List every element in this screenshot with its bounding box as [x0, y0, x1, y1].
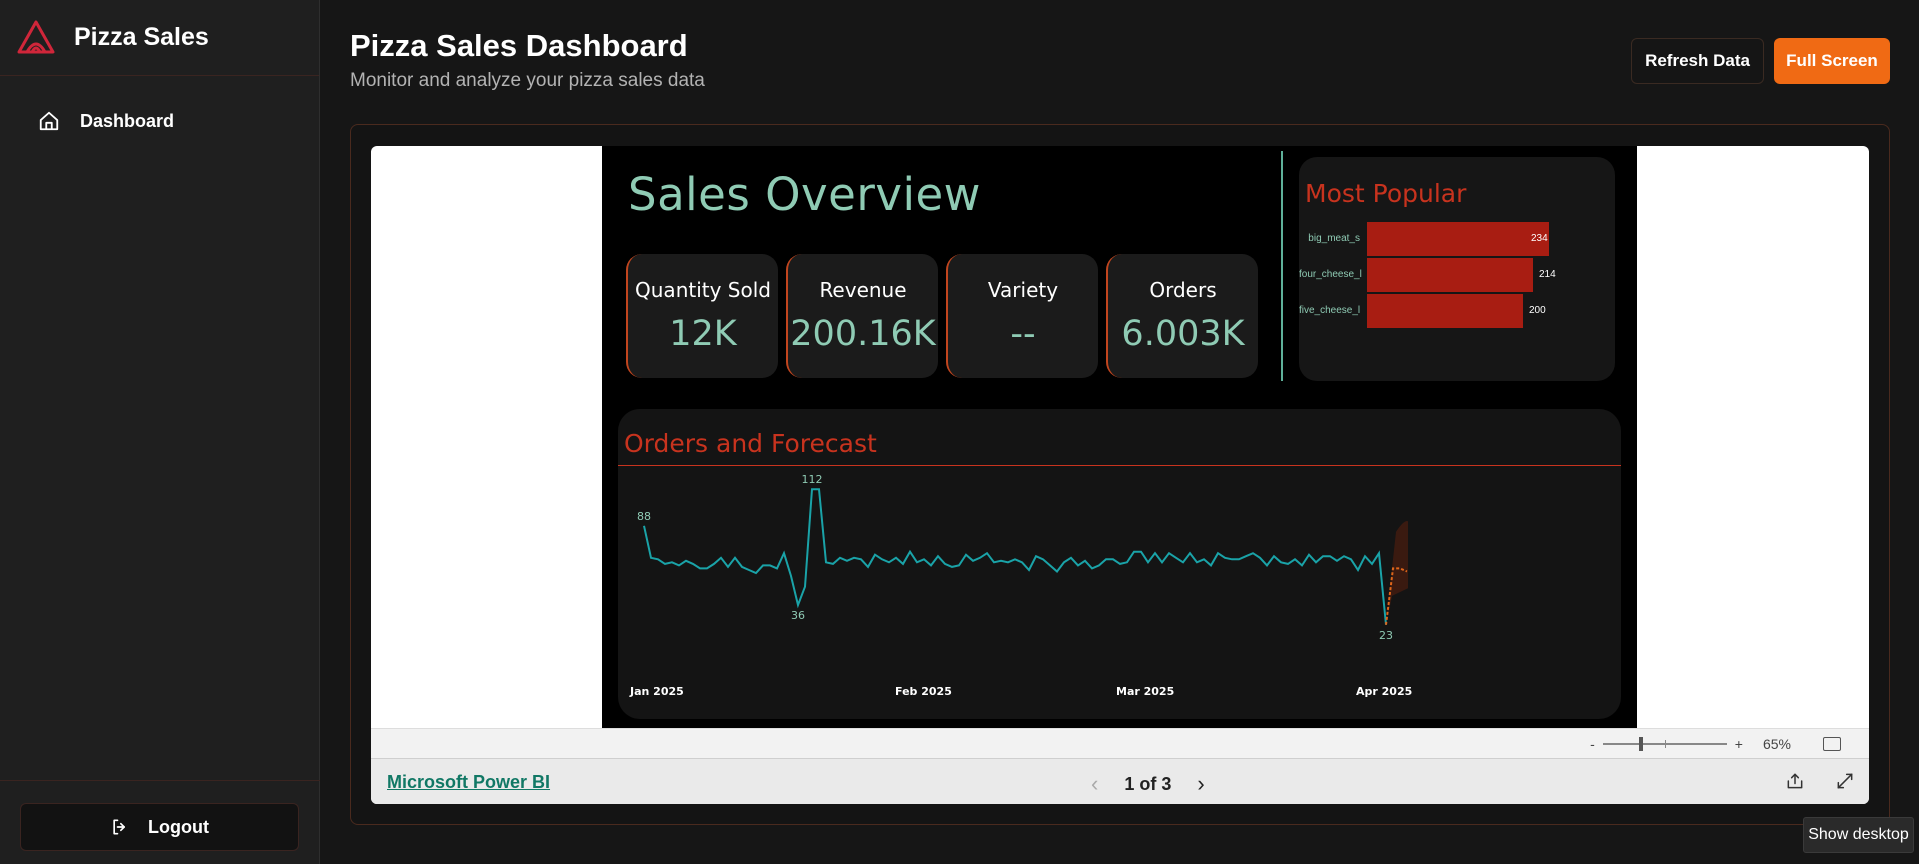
page-navigator: ‹ 1 of 3 ›	[1091, 771, 1205, 797]
forecast-title: Orders and Forecast	[624, 429, 877, 458]
logout-icon	[113, 819, 125, 835]
data-label: 36	[791, 609, 805, 622]
kpi-label: Quantity Sold	[635, 278, 771, 302]
sidebar-footer: Logout	[0, 780, 320, 864]
full-screen-button[interactable]: Full Screen	[1774, 38, 1890, 84]
expand-icon[interactable]	[1835, 771, 1855, 791]
show-desktop-tooltip: Show desktop	[1803, 817, 1914, 853]
forecast-confidence-band	[1386, 521, 1408, 625]
powerbi-embed: Sales Overview Quantity Sold 12K Revenue…	[371, 146, 1869, 804]
prev-page-button[interactable]: ‹	[1091, 771, 1098, 797]
kpi-value: 12K	[669, 314, 737, 354]
popular-bar-value: 200	[1529, 305, 1546, 316]
fit-page-icon[interactable]	[1823, 737, 1841, 751]
kpi-value: 6.003K	[1121, 314, 1245, 354]
orders-line-chart[interactable]: 88 112 36 23 Jan 2025 Feb 2025 Mar 2025 Apr 202…	[618, 469, 1621, 719]
most-popular-title: Most Popular	[1305, 179, 1467, 208]
kpi-label: Orders	[1149, 278, 1217, 302]
orders-series-line[interactable]	[643, 488, 1387, 625]
zoom-slider-tick	[1664, 740, 1666, 748]
popular-bar-label: four_cheese_l	[1299, 269, 1362, 280]
data-label: 23	[1379, 629, 1393, 642]
data-label: 112	[802, 473, 823, 486]
popular-bar[interactable]	[1367, 222, 1549, 256]
popular-bar[interactable]	[1367, 294, 1523, 328]
next-page-button[interactable]: ›	[1197, 771, 1204, 797]
popular-bar-value: 234	[1531, 233, 1548, 244]
kpi-card-orders[interactable]: Orders 6.003K	[1106, 254, 1258, 378]
x-tick-label: Apr 2025	[1356, 685, 1412, 698]
page-indicator: 1 of 3	[1124, 773, 1172, 794]
zoom-control: - + 65%	[1590, 736, 1841, 752]
sidebar: Pizza Sales Dashboard Logout	[0, 0, 320, 864]
kpi-card-revenue[interactable]: Revenue 200.16K	[786, 254, 938, 378]
sidebar-item-label: Dashboard	[80, 110, 175, 131]
popular-bar-value: 214	[1539, 269, 1556, 280]
x-tick-label: Feb 2025	[895, 685, 952, 698]
orders-forecast-card[interactable]: Orders and Forecast 88 112 36 23 Jan 2025 Feb…	[618, 409, 1621, 719]
x-tick-label: Jan 2025	[629, 685, 684, 698]
kpi-card-variety[interactable]: Variety --	[946, 254, 1098, 378]
kpi-label: Variety	[987, 278, 1059, 302]
share-icon[interactable]	[1785, 771, 1805, 791]
app-name: Pizza Sales	[74, 23, 209, 51]
report-title: Sales Overview	[628, 168, 981, 221]
zoom-slider-handle[interactable]	[1638, 737, 1643, 751]
page-subtitle: Monitor and analyze your pizza sales dat…	[350, 70, 705, 91]
kpi-value: 200.16K	[790, 314, 936, 354]
home-icon	[39, 111, 59, 131]
footer-actions	[1785, 771, 1855, 791]
zoom-out-button[interactable]: -	[1590, 736, 1595, 752]
refresh-data-button[interactable]: Refresh Data	[1631, 38, 1764, 84]
kpi-value: --	[1010, 314, 1036, 354]
zoom-slider[interactable]	[1602, 737, 1727, 751]
report-canvas: Sales Overview Quantity Sold 12K Revenue…	[602, 146, 1637, 728]
sidebar-item-dashboard[interactable]: Dashboard	[38, 110, 174, 132]
popular-bar[interactable]	[1367, 258, 1533, 292]
x-tick-label: Mar 2025	[1116, 685, 1174, 698]
most-popular-card[interactable]: Most Popular big_meat_s 234 four_cheese_l 2…	[1299, 157, 1615, 381]
popular-bar-label: big_meat_s	[1308, 233, 1360, 244]
logout-label: Logout	[148, 816, 209, 837]
viewer-footer: Microsoft Power BI ‹ 1 of 3 ›	[371, 758, 1869, 804]
logout-button[interactable]: Logout	[20, 803, 299, 851]
forecast-underline	[618, 465, 1621, 466]
divider	[1281, 151, 1283, 381]
kpi-card-quantity[interactable]: Quantity Sold 12K	[626, 254, 778, 378]
data-label: 88	[637, 510, 651, 523]
pizza-logo-icon	[17, 20, 55, 53]
zoom-level: 65%	[1762, 736, 1791, 752]
zoom-in-button[interactable]: +	[1735, 736, 1743, 752]
zoom-bar: - + 65%	[371, 728, 1869, 758]
powerbi-link[interactable]: Microsoft Power BI	[387, 772, 550, 793]
brand: Pizza Sales	[0, 0, 319, 76]
kpi-label: Revenue	[819, 278, 907, 302]
page-title: Pizza Sales Dashboard	[350, 28, 688, 63]
popular-bar-label: five_cheese_l	[1299, 305, 1361, 316]
